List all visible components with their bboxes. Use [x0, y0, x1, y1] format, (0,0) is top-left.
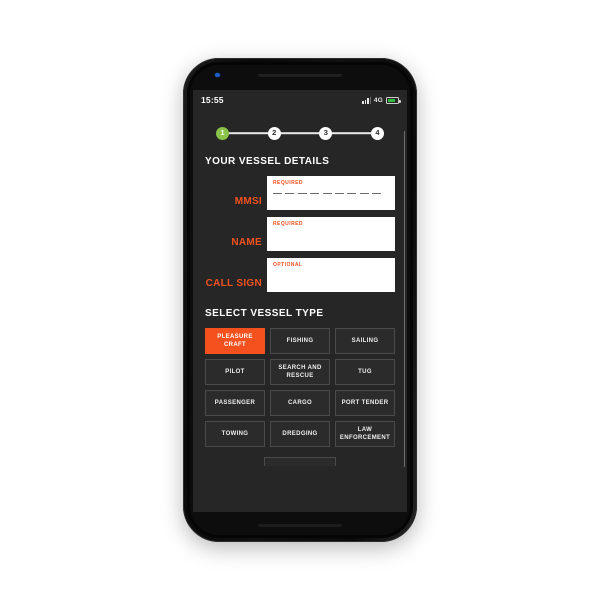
vessel-details-form: MMSI REQUIRED NAME REQUIRED CALL SIGN OP… [205, 176, 395, 292]
status-indicators: 4G [362, 96, 401, 104]
name-required-tag: REQUIRED [273, 221, 303, 227]
phone-screen: 15:55 4G 1 2 3 4 YOUR VESSEL DETAILS MMS [193, 90, 407, 512]
next-button-partial[interactable] [264, 457, 336, 466]
mmsi-input[interactable]: REQUIRED [267, 176, 395, 210]
stepper-step-1[interactable]: 1 [216, 126, 229, 140]
vessel-type-port-tender[interactable]: PORT TENDER [335, 390, 395, 416]
call-sign-optional-tag: OPTIONAL [273, 262, 303, 268]
screen-content: 1 2 3 4 YOUR VESSEL DETAILS MMSI REQUIRE… [193, 126, 407, 512]
mmsi-label: MMSI [234, 196, 262, 207]
form-row-mmsi: MMSI REQUIRED [205, 176, 395, 210]
name-input[interactable]: REQUIRED [267, 217, 395, 251]
vessel-type-cargo[interactable]: CARGO [270, 390, 330, 416]
vessel-type-grid: PLEASURE CRAFT FISHING SAILING PILOT SEA… [205, 328, 395, 447]
vessel-type-fishing[interactable]: FISHING [270, 328, 330, 354]
speaker-grille-icon [258, 74, 342, 77]
network-type-label: 4G [373, 96, 383, 104]
status-bar: 15:55 4G [193, 90, 407, 110]
stepper-step-3[interactable]: 3 [319, 126, 333, 140]
vessel-details-heading: YOUR VESSEL DETAILS [205, 156, 330, 167]
vessel-type-tug[interactable]: TUG [335, 359, 395, 385]
vessel-type-heading: SELECT VESSEL TYPE [205, 308, 324, 319]
status-clock: 15:55 [201, 95, 224, 105]
vessel-type-towing[interactable]: TOWING [205, 421, 265, 447]
stepper-step-4[interactable]: 4 [370, 126, 384, 140]
mmsi-required-tag: REQUIRED [273, 180, 303, 186]
call-sign-input[interactable]: OPTIONAL [267, 258, 395, 292]
camera-dot-icon [215, 73, 220, 77]
vessel-type-sailing[interactable]: SAILING [335, 328, 395, 354]
battery-icon [386, 96, 401, 104]
mmsi-digit-placeholders [273, 193, 389, 195]
stepper-step-2[interactable]: 2 [267, 126, 281, 140]
call-sign-label: CALL SIGN [205, 278, 262, 289]
vessel-type-dredging[interactable]: DREDGING [270, 421, 330, 447]
screenshot-canvas: 15:55 4G 1 2 3 4 YOUR VESSEL DETAILS MMS [0, 0, 600, 600]
vessel-type-search-and-rescue[interactable]: SEARCH AND RESCUE [270, 359, 330, 385]
form-row-call-sign: CALL SIGN OPTIONAL [205, 258, 395, 292]
vessel-type-pilot[interactable]: PILOT [205, 359, 265, 385]
vertical-scrollbar[interactable] [403, 131, 405, 467]
bottom-speaker-grille-icon [258, 524, 342, 527]
vessel-type-pleasure-craft[interactable]: PLEASURE CRAFT [205, 328, 265, 354]
progress-stepper: 1 2 3 4 [216, 126, 384, 140]
name-label: NAME [231, 237, 262, 248]
vessel-type-passenger[interactable]: PASSENGER [205, 390, 265, 416]
signal-bars-icon [362, 96, 371, 104]
form-row-name: NAME REQUIRED [205, 217, 395, 251]
vessel-type-law-enforcement[interactable]: LAW ENFORCEMENT [335, 421, 395, 447]
